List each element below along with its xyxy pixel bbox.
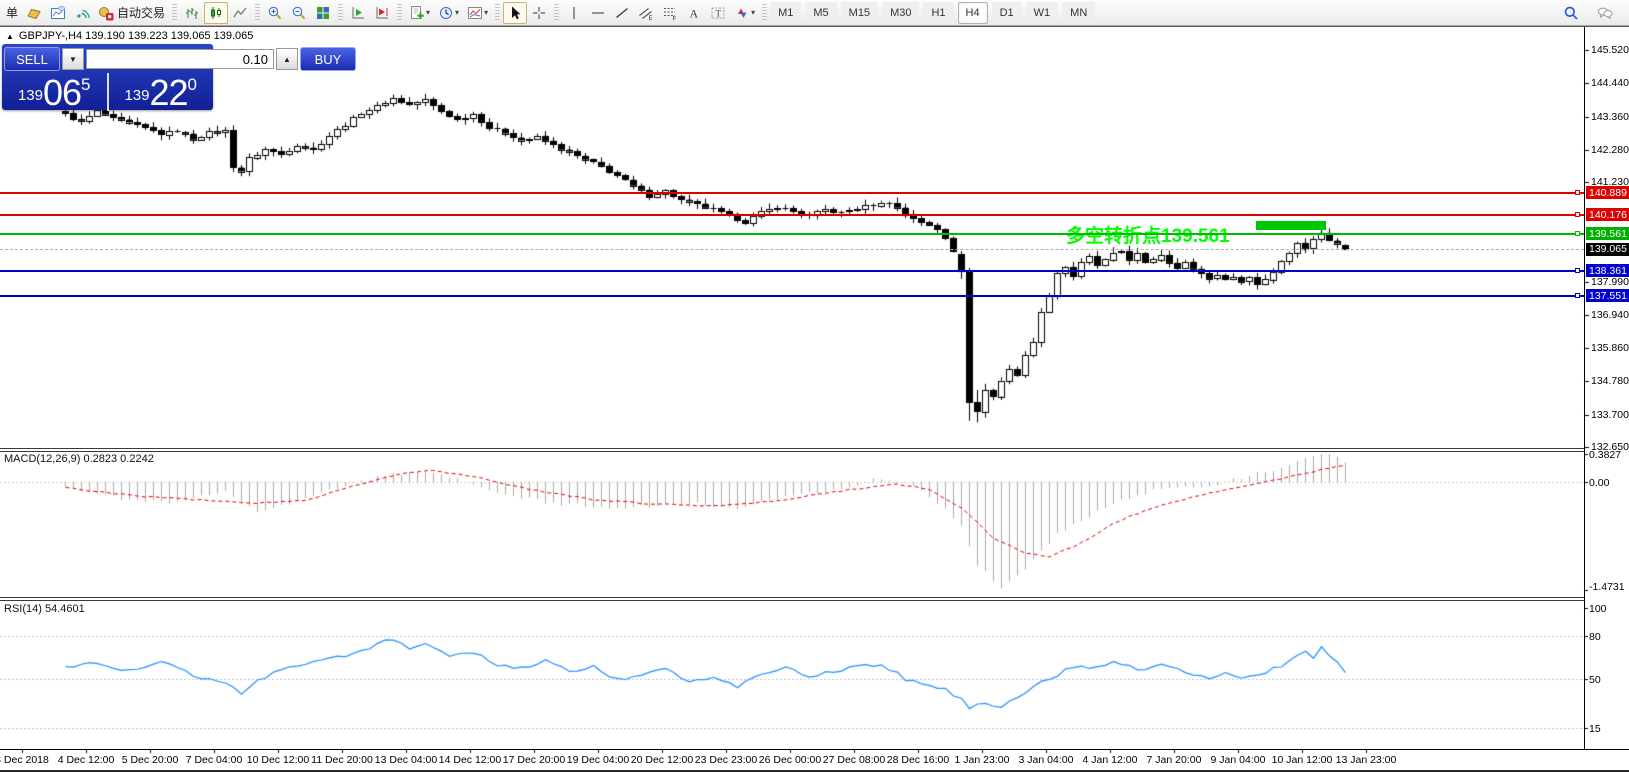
price-axis-tag-black: 139.065: [1586, 243, 1629, 256]
price-axis-label: 143.360: [1591, 111, 1629, 123]
time-axis-label: 7 Jan 20:00: [1147, 754, 1202, 766]
buy-price-main: 22: [150, 77, 188, 109]
macd-axis-label: 0.00: [1589, 477, 1609, 489]
time-axis-label: 26 Dec 00:00: [759, 754, 821, 766]
main-macd-separator[interactable]: [0, 451, 1584, 452]
current-price-line: [0, 249, 1584, 250]
chart-title: ▲ GBPJPY-,H4 139.190 139.223 139.065 139…: [6, 30, 253, 42]
time-axis-label: 9 Jan 04:00: [1211, 754, 1266, 766]
chart-top-border: [0, 26, 1629, 27]
rsi-label: RSI(14) 54.4601: [4, 603, 85, 615]
sell-price-pip: 5: [81, 76, 90, 93]
time-axis-label: 11 Dec 20:00: [311, 754, 373, 766]
buy-button[interactable]: BUY: [300, 47, 356, 71]
time-axis-label: 28 Dec 16:00: [887, 754, 949, 766]
price-axis-tag-red: 140.176: [1586, 208, 1629, 221]
horizontal-line[interactable]: [0, 214, 1584, 216]
time-axis-label: 13 Dec 04:00: [375, 754, 437, 766]
sell-price-prefix: 139: [18, 83, 43, 109]
price-axis-label: 144.440: [1591, 77, 1629, 89]
price-axis-label: 136.940: [1591, 309, 1629, 321]
price-axis-label: 135.860: [1591, 342, 1629, 354]
time-axis-label: 20 Dec 12:00: [631, 754, 693, 766]
price-axis-label: 134.780: [1591, 375, 1629, 387]
main-macd-separator[interactable]: [0, 448, 1584, 449]
price-axis-tag-green: 139.561: [1586, 227, 1629, 240]
price-axis-label: 142.280: [1591, 144, 1629, 156]
macd-axis-label: 0.3827: [1589, 449, 1621, 461]
time-axis-label: 17 Dec 20:00: [503, 754, 565, 766]
time-axis-label: 3 Jan 04:00: [1019, 754, 1074, 766]
sell-price-main: 06: [43, 77, 81, 109]
price-axis-label: 133.700: [1591, 409, 1629, 421]
time-axis-label: 10 Dec 12:00: [247, 754, 309, 766]
price-axis-tag-red: 140.889: [1586, 186, 1629, 199]
lot-increase-button[interactable]: ▲: [276, 48, 298, 70]
buy-price[interactable]: 139 22 0: [109, 73, 214, 111]
line-handle[interactable]: [1575, 212, 1580, 217]
mt4-window: 单 自动交易: [0, 0, 1629, 772]
macd-rsi-separator[interactable]: [0, 597, 1584, 598]
line-handle[interactable]: [1575, 231, 1580, 236]
rsi-axis-label: 15: [1589, 723, 1601, 735]
sell-button[interactable]: SELL: [4, 47, 60, 71]
lot-decrease-button[interactable]: ▼: [62, 48, 84, 70]
rsi-axis-label: 50: [1589, 674, 1601, 686]
horizontal-line[interactable]: [0, 233, 1584, 235]
time-axis-label: 1 Jan 23:00: [955, 754, 1010, 766]
price-axis-label: 137.990: [1591, 276, 1629, 288]
sell-price[interactable]: 139 06 5: [2, 73, 107, 111]
time-axis-label: 27 Dec 08:00: [823, 754, 885, 766]
time-axis-label: 23 Dec 23:00: [695, 754, 757, 766]
green-zone-rect[interactable]: [1256, 221, 1326, 230]
rsi-axis-label: 80: [1589, 631, 1601, 643]
price-axis-label: 145.520: [1591, 44, 1629, 56]
time-axis-label: 14 Dec 12:00: [439, 754, 501, 766]
time-axis-line[interactable]: [0, 749, 1629, 750]
horizontal-line[interactable]: [0, 192, 1584, 194]
title-marker-icon: ▲: [6, 32, 14, 41]
rsi-axis-label: 100: [1589, 603, 1607, 615]
price-axis-line[interactable]: [1584, 27, 1585, 749]
macd-axis-label: -1.4731: [1589, 581, 1625, 593]
lot-size-input[interactable]: [86, 49, 274, 69]
buy-price-pip: 0: [188, 76, 197, 93]
price-axis-tag-blue: 137.551: [1586, 289, 1629, 302]
time-axis-label: 3 Dec 2018: [0, 754, 49, 766]
line-handle[interactable]: [1575, 190, 1580, 195]
time-axis-label: 4 Jan 12:00: [1083, 754, 1138, 766]
one-click-trading-panel: SELL ▼ ▲ BUY 139 06 5 139 22 0: [2, 44, 213, 110]
macd-label: MACD(12,26,9) 0.2823 0.2242: [4, 453, 154, 465]
buy-price-prefix: 139: [124, 83, 149, 109]
horizontal-line[interactable]: [0, 270, 1584, 272]
time-axis-label: 13 Jan 23:00: [1336, 754, 1397, 766]
time-axis-label: 5 Dec 20:00: [122, 754, 179, 766]
macd-rsi-separator[interactable]: [0, 600, 1584, 601]
line-handle[interactable]: [1575, 293, 1580, 298]
time-axis-label: 10 Jan 12:00: [1272, 754, 1333, 766]
time-axis-label: 4 Dec 12:00: [58, 754, 115, 766]
horizontal-line[interactable]: [0, 295, 1584, 297]
chart-title-text: GBPJPY-,H4 139.190 139.223 139.065 139.0…: [19, 30, 253, 42]
time-axis-label: 19 Dec 04:00: [567, 754, 629, 766]
line-handle[interactable]: [1575, 268, 1580, 273]
chart-canvas[interactable]: [0, 0, 1629, 772]
time-axis-label: 7 Dec 04:00: [186, 754, 243, 766]
